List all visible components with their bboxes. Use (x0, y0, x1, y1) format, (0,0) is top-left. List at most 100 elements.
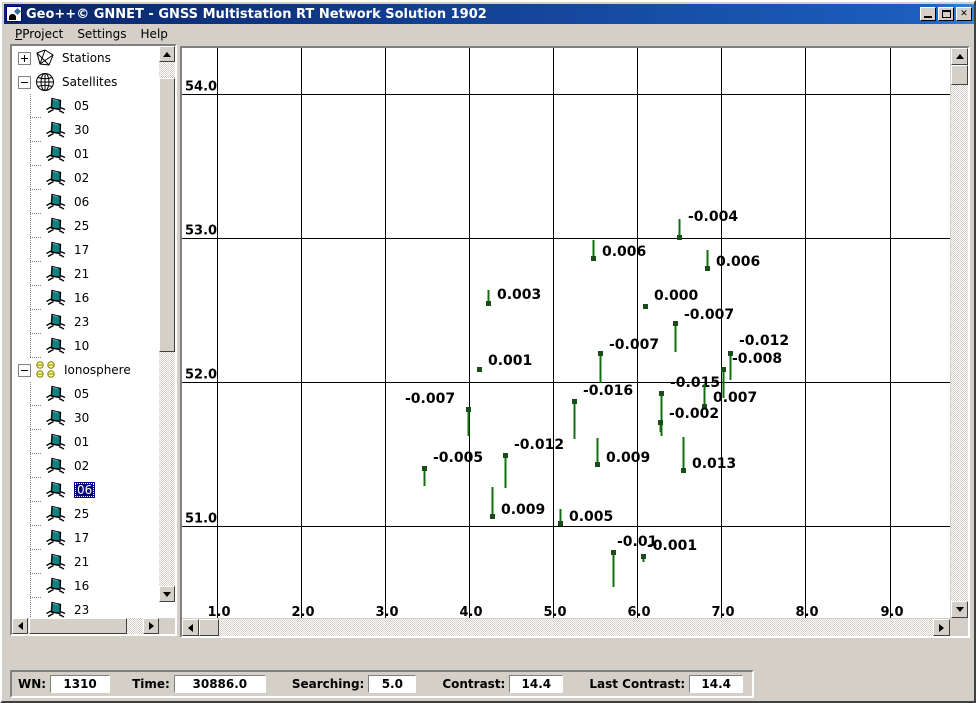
satellite-icon (44, 144, 66, 164)
tree-hscroll-thumb[interactable] (29, 618, 127, 634)
plot-vertical-scrollbar[interactable] (951, 48, 968, 618)
minimize-button[interactable] (920, 7, 936, 21)
collapse-minus-icon[interactable] (18, 363, 31, 377)
menu-item-project[interactable]: PProject (8, 26, 70, 42)
data-marker[interactable] (611, 550, 616, 555)
data-marker[interactable] (595, 462, 600, 467)
data-marker[interactable] (486, 301, 491, 306)
status-group-contrast: Contrast: 14.4 (442, 675, 564, 693)
status-value-time[interactable]: 30886.0 (173, 675, 266, 693)
tree-item-17[interactable]: 17 (12, 526, 159, 550)
plot-panel: 1.0 2.0 3.0 4.0 5.0 6.0 7.0 8.0 9.0 54.0 53.0 52.0 5… (180, 46, 970, 638)
data-marker[interactable] (503, 453, 508, 458)
expand-plus-icon[interactable] (18, 51, 31, 65)
plot-scroll-up-button[interactable] (951, 48, 968, 65)
data-marker[interactable] (681, 468, 686, 473)
tree-item-02[interactable]: 02 (12, 166, 159, 190)
plot-horizontal-scrollbar[interactable] (182, 619, 950, 636)
status-value-contrast[interactable]: 14.4 (509, 675, 564, 693)
satellite-icon (44, 312, 66, 332)
tree-item-25[interactable]: 25 (12, 214, 159, 238)
data-marker[interactable] (641, 554, 646, 559)
plot-scroll-thumb[interactable] (951, 65, 968, 85)
tree-scroll-down-button[interactable] (159, 586, 175, 602)
data-marker[interactable] (477, 367, 482, 372)
menu-item-help[interactable]: Help (134, 26, 175, 42)
tree-item-21[interactable]: 21 (12, 550, 159, 574)
tree-item-label: 05 (74, 387, 90, 401)
tree-item-stations[interactable]: Stations (12, 46, 159, 70)
plot-hscroll-track[interactable] (219, 619, 933, 636)
tree-item-satellites[interactable]: Satellites (12, 70, 159, 94)
tree-item-17[interactable]: 17 (12, 238, 159, 262)
plot-scroll-down-button[interactable] (951, 601, 968, 618)
data-point-label: 0.003 (497, 287, 541, 303)
data-marker[interactable] (572, 399, 577, 404)
tree-horizontal-scrollbar[interactable] (12, 618, 159, 634)
tree-scroll-left-button[interactable] (12, 618, 28, 634)
tree-item-06[interactable]: 06 (12, 190, 159, 214)
menu-item-settings[interactable]: Settings (70, 26, 133, 42)
tree-item-10[interactable]: 10 (12, 334, 159, 358)
tree-item-02[interactable]: 02 (12, 454, 159, 478)
data-marker[interactable] (490, 514, 495, 519)
close-button[interactable]: ✕ (956, 7, 972, 21)
tree-item-21[interactable]: 21 (12, 262, 159, 286)
satellite-icon (44, 336, 66, 356)
data-marker[interactable] (466, 407, 471, 412)
tree-item-16[interactable]: 16 (12, 574, 159, 598)
status-value-wn[interactable]: 1310 (50, 675, 111, 693)
tree-item-23[interactable]: 23 (12, 310, 159, 334)
satellite-icon (44, 240, 66, 260)
application-window: Geo++© GNNET - GNSS Multistation RT Netw… (0, 0, 976, 703)
status-value-last-contrast[interactable]: 14.4 (689, 675, 744, 693)
tree-item-ionosphere[interactable]: Ionosphere (12, 358, 159, 382)
data-marker[interactable] (558, 521, 563, 526)
status-label-wn: WN: (18, 677, 47, 691)
data-marker[interactable] (705, 266, 710, 271)
data-marker[interactable] (591, 256, 596, 261)
tree-item-16[interactable]: 16 (12, 286, 159, 310)
tree-scroll-thumb[interactable] (159, 78, 175, 352)
tree-item-05[interactable]: 05 (12, 94, 159, 118)
tree-vertical-scrollbar[interactable] (159, 46, 175, 602)
tree-item-01[interactable]: 01 (12, 430, 159, 454)
data-marker[interactable] (598, 351, 603, 356)
plot-hscroll-thumb[interactable] (199, 619, 219, 636)
tree-scroll-up-button[interactable] (159, 46, 175, 62)
data-marker[interactable] (659, 391, 664, 396)
stations-icon (34, 49, 56, 67)
data-marker[interactable] (721, 367, 726, 372)
data-marker[interactable] (673, 321, 678, 326)
tree-scroll-right-button[interactable] (143, 618, 159, 634)
tree-item-01[interactable]: 01 (12, 142, 159, 166)
tree-item-05[interactable]: 05 (12, 382, 159, 406)
x-axis-tick-label: 8.0 (796, 605, 819, 618)
tree-list[interactable]: Stations Satellites 05 30 01 02 06 25 17… (12, 46, 159, 618)
data-point-label: -0.015 (670, 375, 720, 391)
data-marker[interactable] (658, 420, 663, 425)
y-axis-tick-label: 52.0 (185, 368, 217, 383)
data-marker[interactable] (643, 304, 648, 309)
arrow-right-icon (939, 623, 944, 632)
data-marker[interactable] (677, 235, 682, 240)
tree-item-30[interactable]: 30 (12, 118, 159, 142)
tree-item-30[interactable]: 30 (12, 406, 159, 430)
satellite-icon (44, 264, 66, 284)
collapse-minus-icon[interactable] (18, 75, 31, 89)
plot-scroll-right-button[interactable] (933, 619, 950, 636)
tree-item-label: 17 (74, 243, 90, 257)
plot-scroll-left-button[interactable] (182, 619, 199, 636)
status-value-searching[interactable]: 5.0 (368, 675, 417, 693)
satellite-icon (44, 120, 66, 140)
data-marker[interactable] (422, 466, 427, 471)
arrow-down-icon (955, 607, 964, 612)
data-point-label: -0.008 (732, 351, 782, 367)
tree-item-06[interactable]: 06 (12, 478, 159, 502)
tree-item-23[interactable]: 23 (12, 598, 159, 618)
tree-item-25[interactable]: 25 (12, 502, 159, 526)
maximize-button[interactable] (938, 7, 954, 21)
satellite-icon (44, 576, 66, 596)
plot-scroll-track[interactable] (951, 85, 968, 601)
plot-area[interactable]: 1.0 2.0 3.0 4.0 5.0 6.0 7.0 8.0 9.0 54.0 53.0 52.0 5… (182, 48, 950, 618)
